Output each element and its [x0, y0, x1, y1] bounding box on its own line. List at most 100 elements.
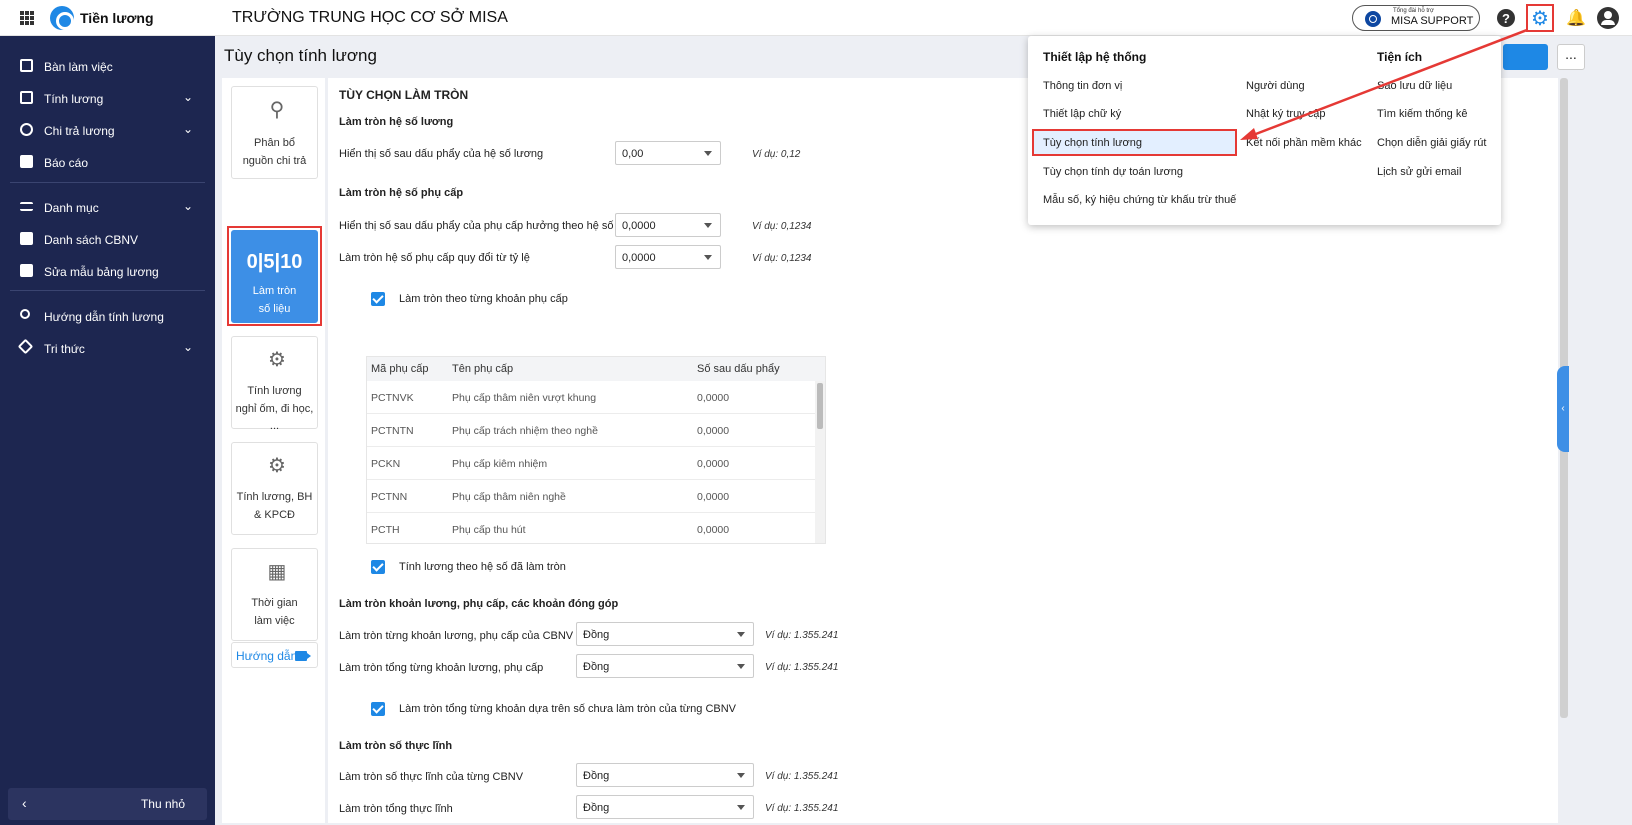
funding-tree-icon: ⚲	[269, 99, 285, 121]
table-cell: PCKN	[371, 458, 401, 470]
card-working-time[interactable]: ▦ Thời gian làm việc	[231, 548, 318, 641]
payment-icon	[20, 123, 33, 136]
card-rounding[interactable]: 0|5|10 Làm tròn số liệu	[231, 230, 318, 323]
report-icon	[20, 155, 33, 168]
dropdown-arrow-icon	[704, 223, 712, 228]
calendar-icon: ▦	[267, 561, 287, 583]
table-row[interactable]: PCKN Phụ cấp kiêm nhiệm 0,0000	[367, 447, 816, 480]
allowance-row1-label: Hiển thị số sau dấu phẩy của phụ cấp hưở…	[339, 220, 614, 232]
option-category-panel: ⚲ Phân bổ nguồn chi trả 0|5|10 Làm tròn …	[222, 78, 325, 823]
menu-item-withdrawal-description[interactable]: Chọn diễn giải giấy rút	[1377, 137, 1486, 149]
collapse-sidebar-button[interactable]: ‹ Thu nhỏ	[8, 788, 207, 820]
net-row1-example: Ví dụ: 1.355.241	[765, 771, 839, 782]
table-row[interactable]: PCTNTN Phụ cấp trách nhiệm theo nghề 0,0…	[367, 414, 816, 447]
table-row[interactable]: PCTNVK Phụ cấp thâm niên vượt khung 0,00…	[367, 381, 816, 414]
app-grid-icon[interactable]	[20, 11, 34, 25]
round-per-allowance-checkbox[interactable]	[371, 292, 385, 306]
dashboard-icon	[20, 59, 33, 72]
menu-item-access-log[interactable]: Nhật ký truy cập	[1246, 108, 1325, 120]
net-row2-example: Ví dụ: 1.355.241	[765, 803, 839, 814]
user-avatar-icon[interactable]	[1597, 7, 1619, 29]
allowance-row2-example: Ví dụ: 0,1234	[752, 253, 812, 264]
chevron-left-icon: ‹	[22, 795, 27, 811]
coef-decimals-select[interactable]: 0,00	[615, 141, 721, 165]
select-value: 0,00	[622, 148, 644, 160]
menu-item-backup[interactable]: Sao lưu dữ liệu	[1377, 80, 1452, 92]
round-total-unrounded-label: Làm tròn tổng từng khoản dựa trên số chư…	[399, 703, 737, 715]
calc-rounded-coef-label: Tính lương theo hệ số đã làm tròn	[399, 561, 566, 573]
card-sick-leave-salary[interactable]: ⚙ Tính lương nghỉ ốm, đi học, ...	[231, 336, 318, 432]
bell-icon[interactable]: 🔔	[1566, 8, 1586, 28]
guide-button[interactable]: Hướng dẫn	[231, 642, 318, 668]
amounts-heading: Làm tròn khoản lương, phụ cấp, các khoản…	[339, 598, 619, 610]
table-row[interactable]: PCTNN Phụ cấp thâm niên nghề 0,0000	[367, 480, 816, 513]
card-label: & KPCĐ	[254, 509, 295, 521]
settings-button[interactable]: ⚙	[1526, 4, 1554, 32]
guide-label: Hướng dẫn	[236, 649, 298, 663]
settings-dropdown-menu: Thiết lập hệ thống Tiện ích Thông tin đơ…	[1028, 36, 1501, 225]
coef-example: Ví dụ: 0,12	[752, 149, 801, 160]
select-value: Đồng	[583, 802, 610, 814]
net-row1-label: Làm tròn số thực lĩnh của từng CBNV	[339, 771, 524, 783]
net-each-select[interactable]: Đồng	[576, 763, 754, 787]
app-logo	[50, 6, 74, 30]
menu-item-tax-voucher-template[interactable]: Mẫu số, ký hiệu chứng từ khấu trừ thuế	[1043, 194, 1236, 206]
sidebar-item-knowledge[interactable]: Tri thức ⌄	[0, 334, 215, 362]
menu-item-unit-info[interactable]: Thông tin đơn vị	[1043, 80, 1122, 92]
sidebar-item-label: Bàn làm việc	[44, 60, 113, 74]
sidebar-divider	[10, 182, 205, 183]
menu-item-budget-options[interactable]: Tùy chọn tính dự toán lương	[1043, 166, 1183, 178]
amounts-each-select[interactable]: Đồng	[576, 622, 754, 646]
calc-rounded-coef-checkbox[interactable]	[371, 560, 385, 574]
help-icon[interactable]: ?	[1497, 9, 1515, 27]
net-total-select[interactable]: Đồng	[576, 795, 754, 819]
select-value: 0,0000	[622, 252, 656, 264]
allowance-ratio-select[interactable]: 0,0000	[615, 245, 721, 269]
menu-item-salary-options[interactable]: Tùy chọn tính lương	[1043, 137, 1142, 149]
gears-icon: ⚙	[268, 349, 286, 371]
select-value: Đồng	[583, 661, 610, 673]
menu-item-stats-search[interactable]: Tìm kiếm thống kê	[1377, 108, 1467, 120]
card-label: nghỉ ốm, đi học, ...	[235, 403, 314, 432]
table-header: Mã phụ cấp Tên phụ cấp Số sau dấu phẩy	[367, 357, 825, 381]
sidebar-item-staff-list[interactable]: Danh sách CBNV	[0, 225, 215, 253]
table-cell: PCTNN	[371, 491, 408, 503]
sidebar-item-catalog[interactable]: Danh mục ⌄	[0, 193, 215, 221]
card-label: Tính lương	[247, 385, 302, 397]
dropdown-arrow-icon	[737, 664, 745, 669]
sidebar-item-reports[interactable]: Báo cáo	[0, 148, 215, 176]
card-funding-allocation[interactable]: ⚲ Phân bổ nguồn chi trả	[231, 86, 318, 179]
round-total-unrounded-checkbox[interactable]	[371, 702, 385, 716]
support-caption: Tổng đài hỗ trợ	[1393, 8, 1434, 14]
side-expand-tab[interactable]: ‹	[1557, 366, 1569, 452]
menu-item-connect-software[interactable]: Kết nối phần mềm khác	[1246, 137, 1362, 149]
sidebar-item-salary[interactable]: Tính lương ⌄	[0, 84, 215, 112]
menu-item-signature-setup[interactable]: Thiết lập chữ ký	[1043, 108, 1121, 120]
more-button[interactable]: ...	[1557, 44, 1585, 70]
select-value: 0,0000	[622, 220, 656, 232]
table-cell: Phụ cấp thâm niên nghề	[452, 491, 566, 503]
net-heading: Làm tròn số thực lĩnh	[339, 740, 453, 752]
table-row[interactable]: PCTH Phụ cấp thu hút 0,0000	[367, 513, 816, 543]
amounts-total-select[interactable]: Đồng	[576, 654, 754, 678]
card-label: làm việc	[254, 615, 295, 627]
sidebar-item-label: Danh sách CBNV	[44, 233, 139, 247]
table-cell: Phụ cấp kiêm nhiệm	[452, 458, 548, 470]
allowance-coef-select[interactable]: 0,0000	[615, 213, 721, 237]
sidebar-item-guide[interactable]: Hướng dẫn tính lương	[0, 302, 215, 330]
list-icon	[20, 202, 33, 211]
sidebar-item-edit-template[interactable]: Sửa mẫu bảng lương	[0, 257, 215, 285]
menu-item-users[interactable]: Người dùng	[1246, 80, 1305, 92]
primary-action-button[interactable]	[1503, 44, 1548, 70]
table-cell: 0,0000	[697, 392, 730, 404]
dropdown-arrow-icon	[737, 632, 745, 637]
misa-support-button[interactable]: Tổng đài hỗ trợ MISA SUPPORT	[1352, 5, 1480, 31]
table-scrollbar[interactable]	[815, 381, 825, 543]
sidebar-item-payment[interactable]: Chi trả lương ⌄	[0, 116, 215, 144]
app-name: Tiền lương	[80, 10, 154, 26]
menu-item-email-history[interactable]: Lịch sử gửi email	[1377, 166, 1461, 178]
sidebar-item-label: Tri thức	[44, 342, 85, 356]
card-insurance-salary[interactable]: ⚙ Tính lương, BH & KPCĐ	[231, 442, 318, 535]
sidebar-item-dashboard[interactable]: Bàn làm việc	[0, 52, 215, 80]
amounts-row1-label: Làm tròn từng khoản lương, phụ cấp của C…	[339, 630, 574, 642]
